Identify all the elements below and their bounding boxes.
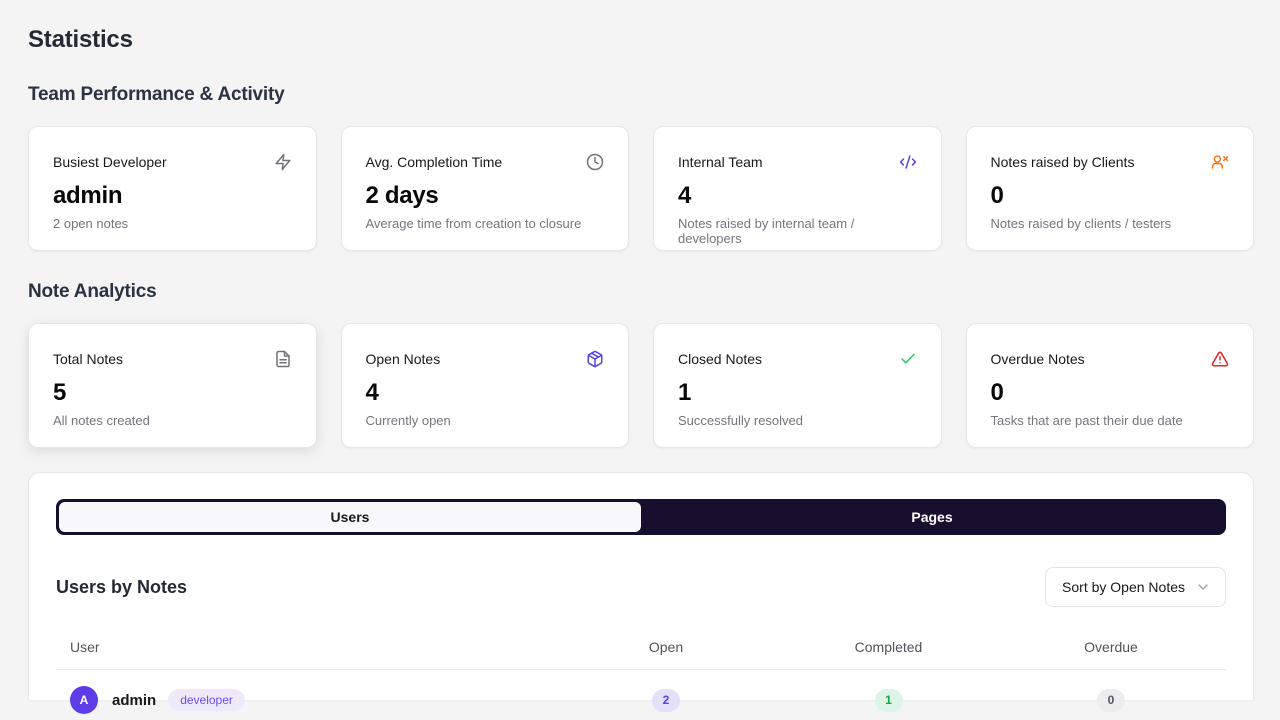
internal-team-card: Internal Team 4 Notes raised by internal…	[653, 126, 942, 251]
card-label: Notes raised by Clients	[990, 154, 1135, 170]
card-value: 0	[990, 379, 1004, 406]
overdue-count-badge: 0	[1097, 688, 1125, 712]
user-name: admin	[112, 691, 157, 709]
open-count-badge: 2	[652, 688, 680, 712]
card-subtitle: Successfully resolved	[678, 413, 803, 428]
user-cell: A admin developer	[56, 686, 551, 714]
card-label: Avg. Completion Time	[365, 154, 503, 170]
chevron-down-icon	[1195, 579, 1211, 595]
closed-notes-card: Closed Notes 1 Successfully resolved	[653, 323, 942, 448]
users-by-notes-title: Users by Notes	[56, 576, 188, 597]
sort-by-label: Sort by Open Notes	[1062, 579, 1185, 595]
card-subtitle: Notes raised by clients / testers	[990, 216, 1172, 231]
tab-users[interactable]: Users	[59, 502, 641, 532]
sort-by-dropdown[interactable]: Sort by Open Notes	[1045, 567, 1226, 607]
file-text-icon	[274, 350, 292, 368]
completed-count-cell: 1	[781, 688, 996, 712]
package-icon	[586, 350, 604, 368]
card-subtitle: Tasks that are past their due date	[990, 413, 1183, 428]
card-value: 2 days	[365, 182, 439, 209]
code-icon	[899, 153, 917, 171]
clock-icon	[586, 153, 604, 171]
team-performance-cards: Busiest Developer admin 2 open notes Avg…	[28, 126, 1254, 251]
team-performance-heading: Team Performance & Activity	[28, 84, 285, 105]
card-subtitle: Notes raised by internal team / develope…	[678, 216, 855, 246]
page-title: Statistics	[28, 26, 133, 53]
tab-pages[interactable]: Pages	[641, 502, 1223, 532]
card-label: Overdue Notes	[990, 351, 1085, 367]
total-notes-card: Total Notes 5 All notes created	[28, 323, 317, 448]
busiest-developer-card: Busiest Developer admin 2 open notes	[28, 126, 317, 251]
notes-raised-by-clients-card: Notes raised by Clients 0 Notes raised b…	[965, 126, 1254, 251]
overdue-notes-card: Overdue Notes 0 Tasks that are past thei…	[965, 323, 1254, 448]
avg-completion-time-card: Avg. Completion Time 2 days Average time…	[340, 126, 629, 251]
card-label: Closed Notes	[678, 351, 763, 367]
column-header-completed: Completed	[854, 639, 923, 655]
card-label: Internal Team	[678, 154, 763, 170]
open-count-cell: 2	[551, 688, 781, 712]
card-label: Open Notes	[365, 351, 441, 367]
role-badge: developer	[168, 689, 245, 711]
card-subtitle: Average time from creation to closure	[365, 216, 582, 231]
table-row[interactable]: A admin developer 2 1 0	[56, 670, 1226, 720]
avatar: A	[70, 686, 98, 714]
card-value: 4	[678, 182, 692, 209]
tab-bar: Users Pages	[56, 499, 1226, 535]
card-subtitle: Currently open	[365, 413, 451, 428]
column-header-user: User	[70, 639, 100, 655]
open-notes-card: Open Notes 4 Currently open	[340, 323, 629, 448]
note-analytics-cards: Total Notes 5 All notes created Open Not…	[28, 323, 1254, 448]
overdue-count-cell: 0	[996, 688, 1226, 712]
note-analytics-heading: Note Analytics	[28, 281, 157, 302]
card-label: Busiest Developer	[53, 154, 167, 170]
alert-triangle-icon	[1211, 350, 1229, 368]
table-header-row: User Open Completed Overdue	[56, 627, 1226, 670]
card-value: 4	[365, 379, 379, 406]
card-value: admin	[53, 182, 123, 209]
panel-header: Users by Notes Sort by Open Notes	[56, 567, 1226, 607]
check-icon	[899, 350, 917, 368]
zap-icon	[274, 153, 292, 171]
users-by-notes-table: User Open Completed Overdue A admin deve…	[56, 627, 1226, 720]
card-value: 1	[678, 379, 692, 406]
card-value: 0	[990, 182, 1004, 209]
column-header-overdue: Overdue	[1084, 639, 1138, 655]
completed-count-badge: 1	[874, 688, 903, 712]
user-x-icon	[1211, 153, 1229, 171]
card-subtitle: 2 open notes	[53, 216, 129, 231]
card-subtitle: All notes created	[53, 413, 150, 428]
statistics-page: Statistics Team Performance & Activity B…	[0, 0, 1280, 714]
column-header-open: Open	[648, 639, 684, 655]
card-label: Total Notes	[53, 351, 124, 367]
card-value: 5	[53, 379, 67, 406]
users-pages-panel: Users Pages Users by Notes Sort by Open …	[28, 472, 1254, 714]
